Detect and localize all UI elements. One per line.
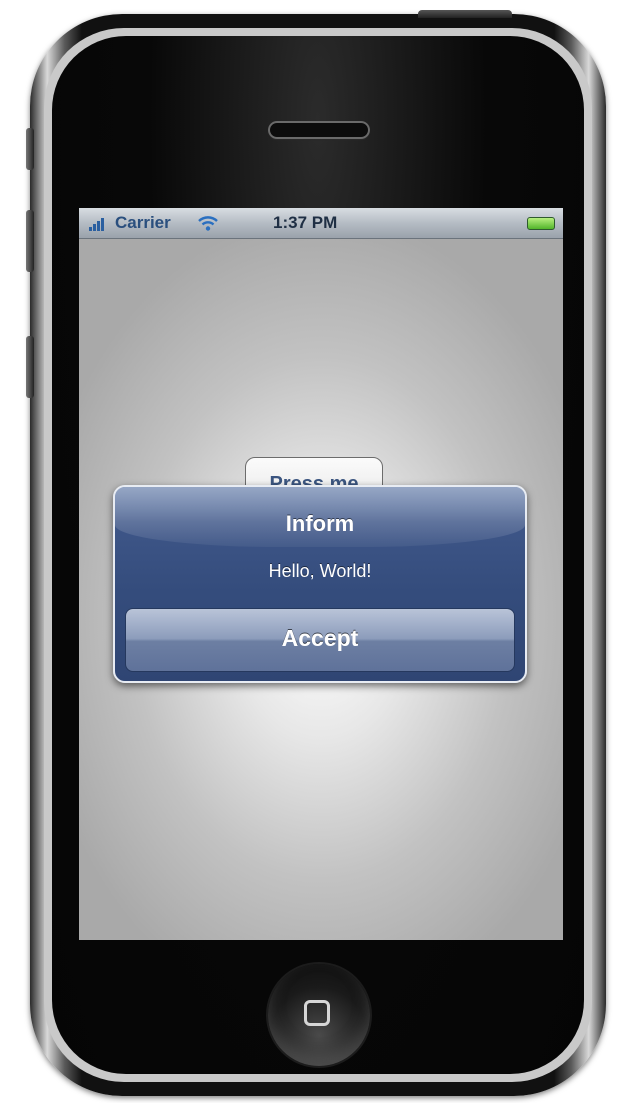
status-time: 1:37 PM <box>273 213 338 232</box>
earpiece-speaker <box>268 121 370 139</box>
alert-message: Hello, World! <box>268 561 372 581</box>
home-button[interactable] <box>268 964 370 1066</box>
signal-icon <box>89 217 109 231</box>
mute-switch[interactable] <box>26 210 34 272</box>
alert-title: Inform <box>285 511 355 536</box>
home-square-icon <box>304 1000 330 1026</box>
alert-dialog: Inform Hello, World! Accept <box>113 485 527 683</box>
volume-down-button[interactable] <box>26 336 34 398</box>
carrier-label: Carrier <box>115 213 171 232</box>
wifi-icon <box>198 216 218 231</box>
volume-up-button[interactable] <box>26 128 34 170</box>
battery-icon <box>527 217 555 230</box>
accept-button[interactable]: Accept <box>125 608 515 672</box>
status-bar: Carrier 1:37 PM <box>79 208 563 239</box>
sleep-button[interactable] <box>418 10 512 18</box>
